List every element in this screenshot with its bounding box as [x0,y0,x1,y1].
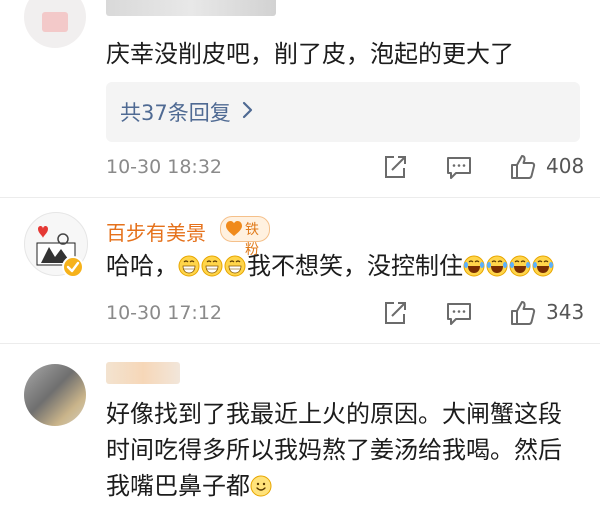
username[interactable]: 百步有美景 [106,217,206,246]
text-line: 时间吃得多所以我妈熬了姜汤给我喝。然后 [106,436,562,464]
grin-emoji-icon [201,255,223,277]
avatar-blurred[interactable] [24,0,86,48]
comment-text: 庆幸没削皮吧，削了皮，泡起的更大了 [106,40,514,68]
username-blurred[interactable] [106,0,276,16]
comment-time: 10-30 17:12 [106,302,223,324]
share-icon[interactable] [380,298,410,328]
comment-3: 好像找到了我最近上火的原因。大闸蟹这段 时间吃得多所以我妈熬了姜汤给我喝。然后 … [0,344,600,512]
text-part: 我嘴巴鼻子都 [106,472,250,500]
comment-time: 10-30 18:32 [106,156,223,178]
comment-icon[interactable] [444,298,474,328]
heart-icon [226,221,242,236]
comment-actions: 408 [380,152,590,182]
comment-2: 百步有美景 铁粉 哈哈， 我不想笑，没控制住 10-30 17:12 343 [0,198,600,342]
fan-badge: 铁粉 [220,216,270,258]
laugh-cry-emoji-icon [509,255,531,277]
like-count: 408 [546,154,585,178]
comment-actions: 343 [380,298,590,328]
smile-emoji-icon [250,475,272,497]
thumbs-up-icon[interactable] [508,298,538,328]
username-blurred[interactable] [106,362,180,384]
avatar-blurred[interactable] [24,364,86,426]
text-part: 我不想笑，没控制住 [247,252,463,280]
text-line: 好像找到了我最近上火的原因。大闸蟹这段 [106,400,562,428]
comment-1: 庆幸没削皮吧，削了皮，泡起的更大了 共37条回复 10-30 18:32 408 [0,0,600,196]
grin-emoji-icon [178,255,200,277]
replies-box[interactable]: 共37条回复 [106,82,580,142]
text-part: 哈哈， [106,252,178,280]
verified-badge-icon [62,256,84,278]
comment-icon[interactable] [444,152,474,182]
laugh-cry-emoji-icon [463,255,485,277]
text-line: 我嘴巴鼻子都 [106,468,586,504]
grin-emoji-icon [224,255,246,277]
thumbs-up-icon[interactable] [508,152,538,182]
laugh-cry-emoji-icon [532,255,554,277]
comment-text: 好像找到了我最近上火的原因。大闸蟹这段 时间吃得多所以我妈熬了姜汤给我喝。然后 … [106,396,586,504]
replies-link[interactable]: 共37条回复 [120,97,231,127]
laugh-cry-emoji-icon [486,255,508,277]
share-icon[interactable] [380,152,410,182]
like-count: 343 [546,300,585,324]
comment-text: 哈哈， 我不想笑，没控制住 [106,248,586,284]
chevron-right-icon [242,101,253,119]
